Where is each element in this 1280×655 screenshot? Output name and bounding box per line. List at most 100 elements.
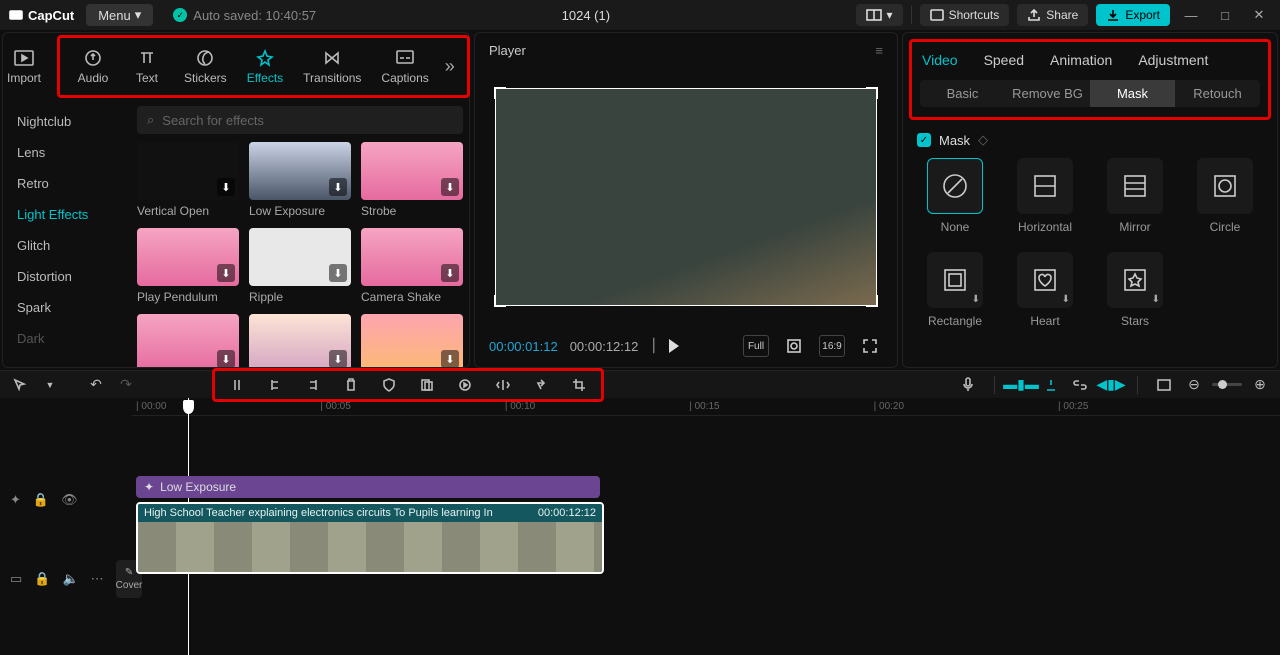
download-icon[interactable]: ⬇ [441,178,459,196]
mask-option-rectangle[interactable]: ⬇Rectangle [919,252,991,328]
category-distortion[interactable]: Distortion [3,261,131,292]
crop-handle-tr[interactable] [866,87,878,99]
download-icon[interactable]: ⬇ [441,264,459,282]
close-button[interactable]: ✕ [1246,5,1272,25]
jump-start-icon[interactable]: ⎮ [650,338,657,354]
redo-button[interactable]: ↷ [114,374,138,396]
reverse-tool[interactable] [453,374,477,396]
share-button[interactable]: Share [1017,4,1088,26]
tab-import[interactable]: Import [3,46,51,87]
fullscreen-icon[interactable] [857,335,883,357]
tab-transitions[interactable]: Transitions [293,46,371,87]
category-dark[interactable]: Dark [3,323,131,354]
effect-card[interactable]: ⬇Vertical Open [137,142,239,218]
magnet-main-icon[interactable]: ▬▮▬ [1009,374,1033,396]
maximize-button[interactable]: □ [1212,5,1238,25]
magnet-icon[interactable] [1039,374,1063,396]
video-track-icon[interactable]: ▭ [10,571,22,587]
effect-clip[interactable]: ✦ Low Exposure [136,476,600,498]
download-icon[interactable]: ⬇ [329,264,347,282]
zoom-in-icon[interactable]: ⊕ [1248,374,1272,396]
crop-handle-bl[interactable] [494,295,506,307]
effect-card[interactable]: ⬇Strobe [361,142,463,218]
mirror-tool[interactable] [491,374,515,396]
tab-stickers[interactable]: Stickers [174,46,237,87]
crop-handle-tl[interactable] [494,87,506,99]
trim-right-tool[interactable] [301,374,325,396]
timeline-ruler[interactable]: | 00:00| 00:05| 00:10| 00:15| 00:20| 00:… [132,398,1280,416]
minimize-button[interactable]: — [1178,5,1204,25]
tab-effects[interactable]: Effects [237,46,293,87]
proptab-animation[interactable]: Animation [1050,52,1112,68]
mask-option-stars[interactable]: ⬇Stars [1099,252,1171,328]
export-button[interactable]: Export [1096,4,1170,26]
play-button[interactable] [669,339,679,353]
effects-search[interactable]: ⌕ Search for effects [137,106,463,134]
proptab-adjustment[interactable]: Adjustment [1138,52,1208,68]
effect-card[interactable]: ⬇ [249,314,351,367]
copy-tool[interactable] [415,374,439,396]
full-button[interactable]: Full [743,335,769,357]
eye-icon[interactable]: 👁 [61,492,78,508]
mask-option-heart[interactable]: ⬇Heart [1009,252,1081,328]
timeline-body[interactable]: | 00:00| 00:05| 00:10| 00:15| 00:20| 00:… [132,398,1280,655]
effect-card[interactable]: ⬇ [361,314,463,367]
category-nightclub[interactable]: Nightclub [3,106,131,137]
effect-card[interactable]: ⬇ [137,314,239,367]
selection-dropdown[interactable]: ▼ [38,374,62,396]
crop-tool[interactable] [567,374,591,396]
layout-button[interactable]: ▾ [856,4,903,26]
shortcuts-button[interactable]: Shortcuts [920,4,1010,26]
tab-audio[interactable]: Audio [66,46,120,87]
mask-toggle[interactable]: ✓ Mask ◇ [915,132,1265,158]
download-icon[interactable]: ⬇ [441,350,459,367]
mask-option-mirror[interactable]: Mirror [1099,158,1171,234]
download-icon[interactable]: ⬇ [329,350,347,367]
split-tool[interactable] [225,374,249,396]
lock-icon[interactable]: 🔒 [34,571,50,587]
snap-icon[interactable]: ◀▮▶ [1099,374,1123,396]
effect-card[interactable]: ⬇Ripple [249,228,351,304]
effect-card[interactable]: ⬇Camera Shake [361,228,463,304]
crop-handle-br[interactable] [866,295,878,307]
mic-icon[interactable] [956,374,980,396]
selection-tool[interactable] [8,374,32,396]
subtab-removebg[interactable]: Remove BG [1005,80,1090,107]
lock-icon[interactable]: 🔒 [33,492,49,508]
menu-button[interactable]: Menu ▾ [86,4,153,26]
link-icon[interactable] [1069,374,1093,396]
category-retro[interactable]: Retro [3,168,131,199]
rotate-tool[interactable] [529,374,553,396]
zoom-out-icon[interactable]: ⊖ [1182,374,1206,396]
trim-left-tool[interactable] [263,374,287,396]
proptab-speed[interactable]: Speed [984,52,1024,68]
subtab-retouch[interactable]: Retouch [1175,80,1260,107]
effect-card[interactable]: ⬇Play Pendulum [137,228,239,304]
preview-icon[interactable] [1152,374,1176,396]
more-icon[interactable]: ⋯ [91,571,104,587]
subtab-basic[interactable]: Basic [920,80,1005,107]
proptab-video[interactable]: Video [922,52,958,68]
category-glitch[interactable]: Glitch [3,230,131,261]
mask-option-none[interactable]: None [919,158,991,234]
download-icon[interactable]: ⬇ [217,350,235,367]
zoom-slider[interactable] [1212,383,1242,386]
player-menu-icon[interactable]: ≡ [875,43,883,58]
tab-text[interactable]: Text [120,46,174,87]
category-spark[interactable]: Spark [3,292,131,323]
subtab-mask[interactable]: Mask [1090,80,1175,107]
preview-quality-icon[interactable] [781,335,807,357]
ratio-button[interactable]: 16:9 [819,335,845,357]
effect-card[interactable]: ⬇Low Exposure [249,142,351,218]
shield-tool[interactable] [377,374,401,396]
delete-tool[interactable] [339,374,363,396]
mask-option-horizontal[interactable]: Horizontal [1009,158,1081,234]
fx-track-icon[interactable]: ✦ [10,492,21,508]
download-icon[interactable]: ⬇ [217,264,235,282]
video-clip[interactable]: High School Teacher explaining electroni… [136,502,604,574]
undo-button[interactable]: ↶ [84,374,108,396]
category-lens[interactable]: Lens [3,137,131,168]
mask-option-circle[interactable]: Circle [1189,158,1261,234]
mute-icon[interactable]: 🔈 [62,571,78,587]
download-icon[interactable]: ⬇ [217,178,235,196]
